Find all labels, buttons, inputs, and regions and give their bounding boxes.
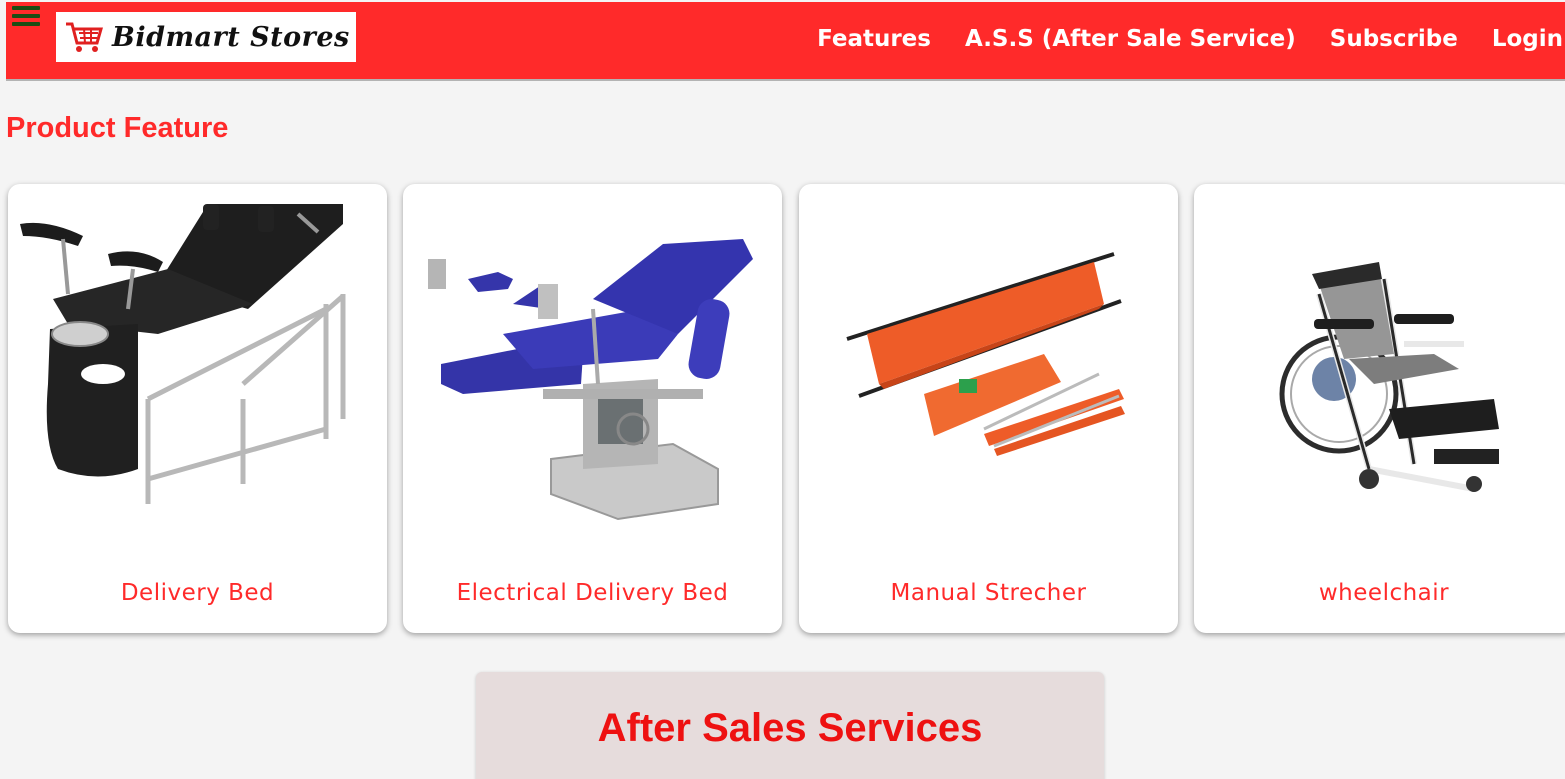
nav-link-login[interactable]: Login (1492, 26, 1563, 52)
hamburger-menu-icon[interactable] (12, 6, 40, 30)
nav-link-subscribe[interactable]: Subscribe (1330, 26, 1458, 52)
delivery-bed-image (20, 204, 346, 504)
nav-links: Features A.S.S (After Sale Service) Subs… (783, 2, 1563, 76)
product-label: Manual Strecher (890, 580, 1087, 606)
product-card-wheelchair[interactable]: wheelchair (1194, 184, 1565, 633)
product-label: Electrical Delivery Bed (456, 580, 729, 606)
hamburger-bar (12, 6, 40, 10)
shopping-cart-icon (66, 22, 103, 52)
nav-link-after-sale-service[interactable]: A.S.S (After Sale Service) (965, 26, 1296, 52)
after-sales-title: After Sales Services (597, 706, 983, 750)
wheelchair-image (1279, 262, 1499, 492)
electrical-delivery-bed-image (428, 239, 753, 521)
after-sales-section: After Sales Services (476, 672, 1104, 779)
section-title: Product Feature (6, 112, 229, 144)
logo-text: Bidmart Stores (112, 21, 350, 53)
product-label: Delivery Bed (120, 580, 275, 606)
top-navbar: Bidmart Stores Features A.S.S (After Sal… (6, 2, 1565, 81)
product-card-delivery-bed[interactable]: Delivery Bed (8, 184, 387, 633)
hamburger-bar (12, 22, 40, 26)
product-card-electrical-delivery-bed[interactable]: Electrical Delivery Bed (403, 184, 782, 633)
site-logo[interactable]: Bidmart Stores (56, 12, 356, 62)
stretcher-image (846, 252, 1125, 456)
nav-link-features[interactable]: Features (817, 26, 931, 52)
product-card-manual-strecher[interactable]: Manual Strecher (799, 184, 1178, 633)
product-label: wheelchair (1318, 580, 1450, 606)
hamburger-bar (12, 14, 40, 18)
